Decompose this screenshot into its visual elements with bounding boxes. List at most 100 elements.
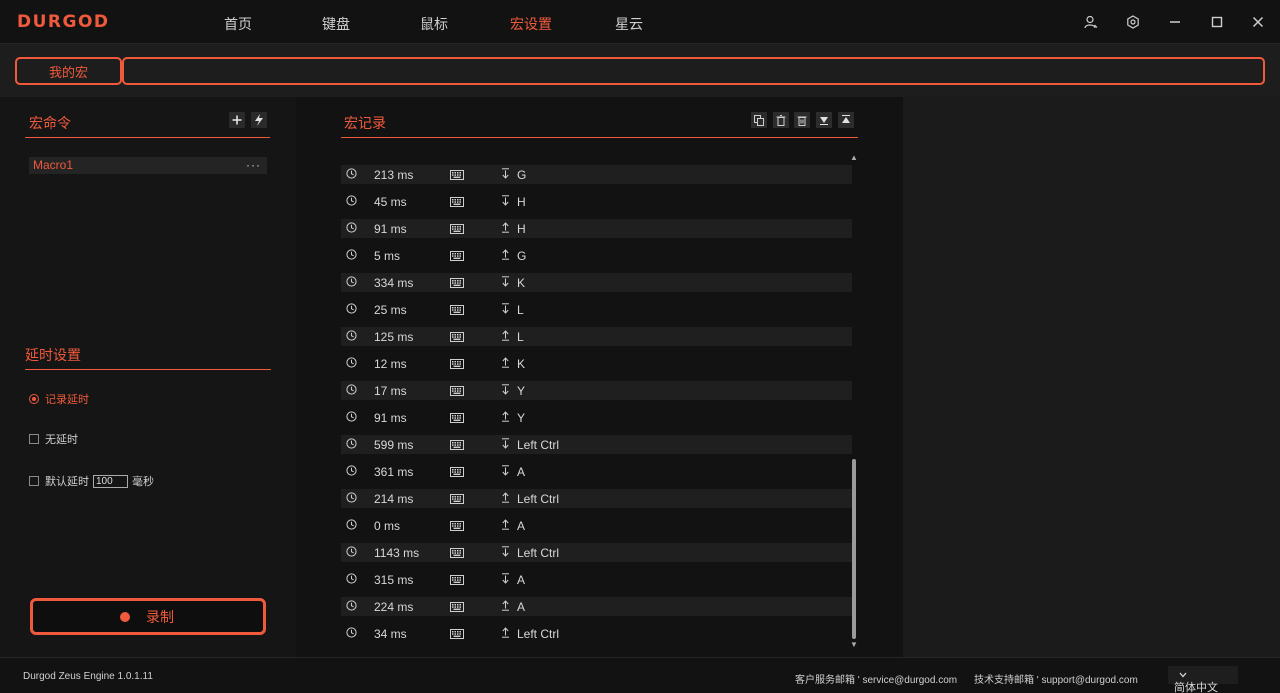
keyboard-icon	[450, 223, 464, 237]
record-row[interactable]: 45 ms H	[341, 192, 852, 211]
record-delay[interactable]: 334 ms	[374, 276, 413, 290]
no-delay-option[interactable]: 无延时	[29, 431, 78, 447]
record-row[interactable]: 34 ms Left Ctrl	[341, 624, 852, 643]
record-delay[interactable]: 599 ms	[374, 438, 413, 452]
clock-icon	[346, 303, 357, 317]
nav-nebula[interactable]: 星云	[615, 14, 643, 34]
record-delay[interactable]: 214 ms	[374, 492, 413, 506]
record-delay[interactable]: 34 ms	[374, 627, 407, 641]
record-row[interactable]: 12 ms K	[341, 354, 852, 373]
macro-list-item[interactable]: Macro1 ···	[29, 157, 267, 174]
nav-keyboard[interactable]: 键盘	[322, 14, 350, 34]
minimize-icon[interactable]	[1165, 12, 1185, 32]
copy-icon[interactable]	[751, 112, 767, 128]
record-row[interactable]: 214 ms Left Ctrl	[341, 489, 852, 508]
record-row[interactable]: 361 ms A	[341, 462, 852, 481]
record-key[interactable]: Left Ctrl	[517, 438, 559, 452]
record-key[interactable]: Y	[517, 384, 525, 398]
record-key[interactable]: L	[517, 330, 524, 344]
record-row[interactable]: 599 ms Left Ctrl	[341, 435, 852, 454]
record-key[interactable]: H	[517, 222, 526, 236]
nav-macro-settings[interactable]: 宏设置	[510, 14, 552, 34]
record-row[interactable]: 5 ms G	[341, 246, 852, 265]
record-key[interactable]: K	[517, 357, 525, 371]
record-key[interactable]: Left Ctrl	[517, 627, 559, 641]
macro-name-input[interactable]	[122, 57, 1265, 85]
record-key[interactable]: A	[517, 600, 525, 614]
keyboard-icon	[450, 439, 464, 453]
record-key[interactable]: A	[517, 519, 525, 533]
record-row[interactable]: 91 ms H	[341, 219, 852, 238]
record-key[interactable]: G	[517, 168, 526, 182]
record-row[interactable]: 25 ms L	[341, 300, 852, 319]
footer: Durgod Zeus Engine 1.0.1.11 客户服务邮箱 ' ser…	[0, 657, 1280, 693]
keyboard-icon	[450, 196, 464, 210]
my-macro-tab[interactable]: 我的宏	[15, 57, 122, 85]
clock-icon	[346, 357, 357, 371]
record-key[interactable]: L	[517, 303, 524, 317]
record-key[interactable]: Left Ctrl	[517, 546, 559, 560]
service-email[interactable]: service@durgod.com	[862, 675, 957, 686]
plus-icon[interactable]	[229, 112, 245, 128]
record-row[interactable]: 1143 ms Left Ctrl	[341, 543, 852, 562]
support-email[interactable]: support@durgod.com	[1041, 675, 1137, 686]
record-delay[interactable]: 213 ms	[374, 168, 413, 182]
nav-mouse[interactable]: 鼠标	[420, 14, 448, 34]
close-icon[interactable]	[1248, 12, 1268, 32]
move-down-icon[interactable]	[816, 112, 832, 128]
record-delay[interactable]: 224 ms	[374, 600, 413, 614]
record-delay[interactable]: 0 ms	[374, 519, 400, 533]
record-row[interactable]: 224 ms A	[341, 597, 852, 616]
default-delay-input[interactable]	[93, 474, 128, 488]
record-button[interactable]: 录制	[30, 598, 266, 635]
nav-home[interactable]: 首页	[224, 14, 252, 34]
key-up-icon	[501, 357, 510, 371]
user-icon[interactable]	[1081, 12, 1101, 32]
record-row[interactable]: 213 ms G	[341, 165, 852, 184]
scroll-up-arrow-icon[interactable]: ▲	[850, 153, 858, 162]
delete-icon[interactable]	[773, 112, 789, 128]
language-select[interactable]: 简体中文	[1168, 666, 1238, 693]
bolt-icon[interactable]	[251, 112, 267, 128]
record-delay[interactable]: 91 ms	[374, 411, 407, 425]
record-delay[interactable]: 1143 ms	[374, 546, 419, 560]
record-delay[interactable]: 125 ms	[374, 330, 413, 344]
move-up-icon[interactable]	[838, 112, 854, 128]
scroll-down-arrow-icon[interactable]: ▼	[850, 640, 858, 649]
record-row[interactable]: 0 ms A	[341, 516, 852, 535]
record-key[interactable]: Left Ctrl	[517, 492, 559, 506]
keyboard-icon	[450, 574, 464, 588]
record-delay[interactable]: 361 ms	[374, 465, 413, 479]
settings-icon[interactable]	[1123, 12, 1143, 32]
record-row[interactable]: 315 ms A	[341, 570, 852, 589]
default-delay-option[interactable]: 默认延时 毫秒	[29, 473, 154, 489]
more-options-icon[interactable]: ···	[246, 157, 261, 174]
record-delay[interactable]: 25 ms	[374, 303, 407, 317]
record-row[interactable]: 334 ms K	[341, 273, 852, 292]
record-key[interactable]: H	[517, 195, 526, 209]
clear-icon[interactable]	[794, 112, 810, 128]
key-down-icon	[501, 573, 510, 587]
maximize-icon[interactable]	[1207, 12, 1227, 32]
record-delay[interactable]: 315 ms	[374, 573, 413, 587]
record-key[interactable]: Y	[517, 411, 525, 425]
record-key[interactable]: A	[517, 465, 525, 479]
language-label: 简体中文	[1174, 682, 1218, 693]
delay-unit-label: 毫秒	[132, 476, 154, 488]
record-delay[interactable]: 17 ms	[374, 384, 407, 398]
record-delay-option[interactable]: 记录延时	[29, 391, 89, 407]
keyboard-icon	[450, 250, 464, 264]
record-row[interactable]: 125 ms L	[341, 327, 852, 346]
record-delay[interactable]: 91 ms	[374, 222, 407, 236]
record-key[interactable]: A	[517, 573, 525, 587]
scrollbar-thumb[interactable]	[852, 459, 856, 639]
record-row[interactable]: 17 ms Y	[341, 381, 852, 400]
record-row[interactable]: 91 ms Y	[341, 408, 852, 427]
record-key[interactable]: K	[517, 276, 525, 290]
clock-icon	[346, 222, 357, 236]
record-delay[interactable]: 45 ms	[374, 195, 407, 209]
record-delay[interactable]: 12 ms	[374, 357, 407, 371]
record-key[interactable]: G	[517, 249, 526, 263]
record-delay[interactable]: 5 ms	[374, 249, 400, 263]
chevron-down-icon	[1179, 672, 1187, 678]
